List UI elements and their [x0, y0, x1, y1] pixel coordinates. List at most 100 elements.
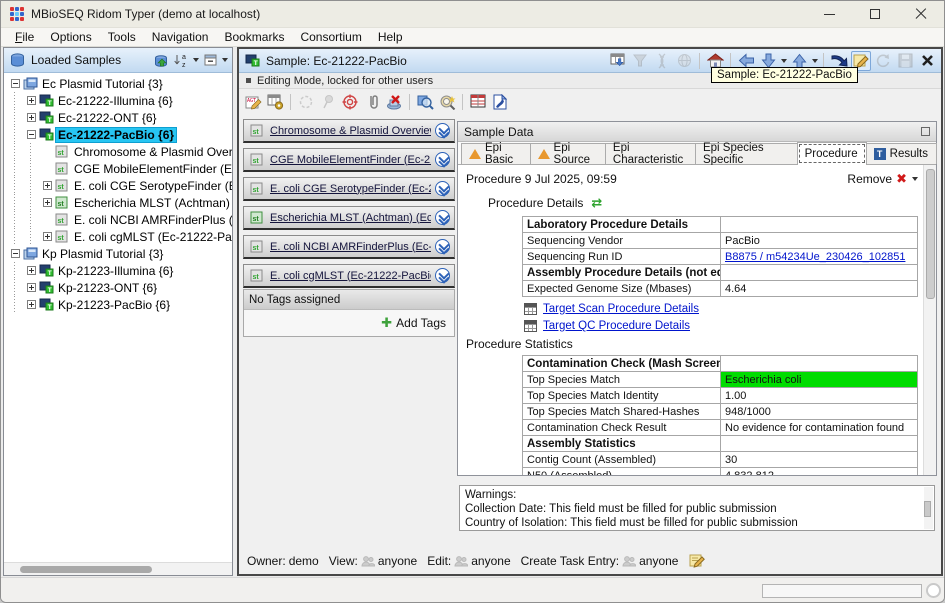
tab-epi-source[interactable]: Epi Source — [530, 143, 606, 164]
scrollbar-thumb[interactable] — [926, 169, 935, 299]
pin-icon[interactable] — [318, 92, 338, 112]
tree-row-project[interactable]: Ec Plasmid Tutorial {3} — [4, 75, 232, 92]
tree-expander-icon[interactable] — [7, 79, 23, 88]
chevron-expand-icon[interactable] — [435, 152, 450, 167]
sort-dropdown-caret[interactable] — [193, 58, 199, 62]
tree-row-task[interactable]: st CGE MobileElementFinder (Ec-21222- — [4, 160, 232, 177]
tree-expander-icon[interactable] — [23, 266, 39, 275]
tab-procedure[interactable]: Procedure — [797, 142, 867, 165]
warnings-title: Warnings: — [465, 488, 920, 502]
tree-row-sample[interactable]: T Kp-21223-PacBio {6} — [4, 296, 232, 313]
panel-maximize-icon[interactable] — [921, 127, 930, 136]
tree-row-sample[interactable]: T Ec-21222-Illumina {6} — [4, 92, 232, 109]
tab-results[interactable]: TResults — [866, 143, 937, 164]
task-button-escherichia-mlst[interactable]: st Escherichia MLST (Achtman) (Ec-2... — [243, 206, 455, 230]
remove-x-icon[interactable]: ✖ — [896, 171, 907, 187]
task-button-cgmlst[interactable]: st E. coli cgMLST (Ec-21222-PacBio) — [243, 264, 455, 288]
tree-row-sample[interactable]: T Kp-21223-ONT {6} — [4, 279, 232, 296]
scrollbar-thumb[interactable] — [924, 501, 931, 517]
recompute-icon[interactable] — [296, 92, 316, 112]
close-button[interactable] — [898, 1, 944, 27]
procedure-settings-icon[interactable] — [265, 92, 285, 112]
chevron-expand-icon[interactable] — [435, 268, 450, 283]
transfer-arrows-icon[interactable]: ⇄ — [591, 195, 601, 211]
menu-consortium[interactable]: Consortium — [292, 29, 369, 45]
scrollbar-thumb[interactable] — [20, 566, 152, 573]
menu-bookmarks[interactable]: Bookmarks — [216, 29, 292, 45]
globe-icon[interactable] — [674, 51, 694, 71]
database-upload-icon[interactable] — [152, 51, 170, 69]
task-button-cge-mobileelementfinder[interactable]: st CGE MobileElementFinder (Ec-2122... — [243, 148, 455, 172]
database-search-icon[interactable] — [415, 92, 435, 112]
minimize-button[interactable] — [806, 1, 852, 27]
tree-row-sample[interactable]: T Kp-21223-Illumina {6} — [4, 262, 232, 279]
svg-text:T: T — [48, 304, 52, 311]
menu-file[interactable]: File — [7, 29, 42, 45]
chevron-expand-icon[interactable] — [435, 123, 450, 138]
tree-expander-icon[interactable] — [7, 249, 23, 258]
tree-expander-icon[interactable] — [23, 113, 39, 122]
remove-button[interactable]: Remove — [847, 172, 892, 186]
sort-az-icon[interactable]: az — [172, 51, 190, 69]
warnings-scrollbar[interactable] — [924, 487, 933, 529]
comparison-table-icon[interactable] — [608, 51, 628, 71]
menu-navigation[interactable]: Navigation — [144, 29, 217, 45]
delete-entry-icon[interactable] — [384, 92, 404, 112]
web-search-icon[interactable] — [437, 92, 457, 112]
tree-row-task[interactable]: st E. coli cgMLST (Ec-21222-PacBio) — [4, 228, 232, 245]
tree-expander-icon[interactable] — [23, 283, 39, 292]
tree-expander-icon[interactable] — [39, 181, 55, 190]
collapse-dropdown-caret[interactable] — [222, 58, 228, 62]
result-table-icon[interactable] — [468, 92, 488, 112]
chevron-expand-icon[interactable] — [435, 181, 450, 196]
sequencing-run-link[interactable]: B8875 / m54234Ue_230426_102851 — [725, 251, 905, 263]
menu-help[interactable]: Help — [370, 29, 411, 45]
tree-row-project[interactable]: Kp Plasmid Tutorial {3} — [4, 245, 232, 262]
close-view-icon[interactable] — [917, 51, 937, 71]
add-tags-button[interactable]: Add Tags — [396, 316, 446, 330]
tree-row-task[interactable]: st E. coli CGE SerotypeFinder (Ec-21222 — [4, 177, 232, 194]
tree-row-sample-selected[interactable]: T Ec-21222-PacBio {6} — [4, 126, 232, 143]
collapse-all-icon[interactable] — [201, 51, 219, 69]
maximize-button[interactable] — [852, 1, 898, 27]
dna-icon[interactable] — [652, 51, 672, 71]
tab-epi-species-specific[interactable]: Epi Species Specific — [695, 143, 798, 164]
tree-horizontal-scrollbar[interactable] — [4, 562, 232, 575]
target-scan-procedure-link[interactable]: Target Scan Procedure Details — [543, 303, 699, 315]
task-button-ncbi-amrfinderplus[interactable]: st E. coli NCBI AMRFinderPlus (Ec-2... — [243, 235, 455, 259]
menu-options[interactable]: Options — [42, 29, 99, 45]
target-qc-procedure-link[interactable]: Target QC Procedure Details — [543, 320, 690, 332]
export-report-icon[interactable] — [490, 92, 510, 112]
tree-expander-icon[interactable] — [39, 198, 55, 207]
chevron-expand-icon[interactable] — [435, 239, 450, 254]
tree-expander-icon[interactable] — [23, 130, 39, 139]
tree-expander-icon[interactable] — [23, 300, 39, 309]
menu-tools[interactable]: Tools — [100, 29, 144, 45]
view-value: anyone — [378, 554, 417, 568]
sequence-editor-icon[interactable]: AGT — [243, 92, 263, 112]
tree-expander-icon[interactable] — [39, 232, 55, 241]
tree-row-task[interactable]: st Escherichia MLST (Achtman) (Ec-2122 — [4, 194, 232, 211]
save-icon[interactable] — [895, 51, 915, 71]
chevron-expand-icon[interactable] — [435, 210, 450, 225]
sample-data-panel: Sample Data Epi Basic Epi Source Epi Cha… — [457, 121, 937, 476]
tree-row-task[interactable]: st Chromosome & Plasmid Overview (Ec — [4, 143, 232, 160]
task-button-chromosome-plasmid-overview[interactable]: st Chromosome & Plasmid Overview (E... — [243, 119, 455, 143]
attachment-icon[interactable] — [362, 92, 382, 112]
sample-data-header: Sample Data — [458, 122, 936, 142]
target-definition-icon[interactable] — [340, 92, 360, 112]
remove-dropdown-caret[interactable] — [912, 177, 918, 181]
tree-row-sample[interactable]: T Ec-21222-ONT {6} — [4, 109, 232, 126]
task-button-cge-serotypefinder[interactable]: st E. coli CGE SerotypeFinder (Ec-2... — [243, 177, 455, 201]
create-task-entry-label: Create Task Entry: — [521, 554, 619, 568]
tab-epi-basic[interactable]: Epi Basic — [461, 143, 531, 164]
tab-epi-characteristic[interactable]: Epi Characteristic — [605, 143, 696, 164]
edit-permissions-icon[interactable] — [688, 552, 706, 570]
tree-expander-icon[interactable] — [23, 96, 39, 105]
nav-up-dropdown-caret[interactable] — [812, 59, 818, 63]
nav-down-dropdown-caret[interactable] — [781, 59, 787, 63]
tree-row-task[interactable]: st E. coli NCBI AMRFinderPlus (Ec-21222 — [4, 211, 232, 228]
sample-data-vertical-scrollbar[interactable] — [923, 165, 936, 475]
refresh-icon[interactable] — [873, 51, 893, 71]
filter-funnel-icon[interactable] — [630, 51, 650, 71]
